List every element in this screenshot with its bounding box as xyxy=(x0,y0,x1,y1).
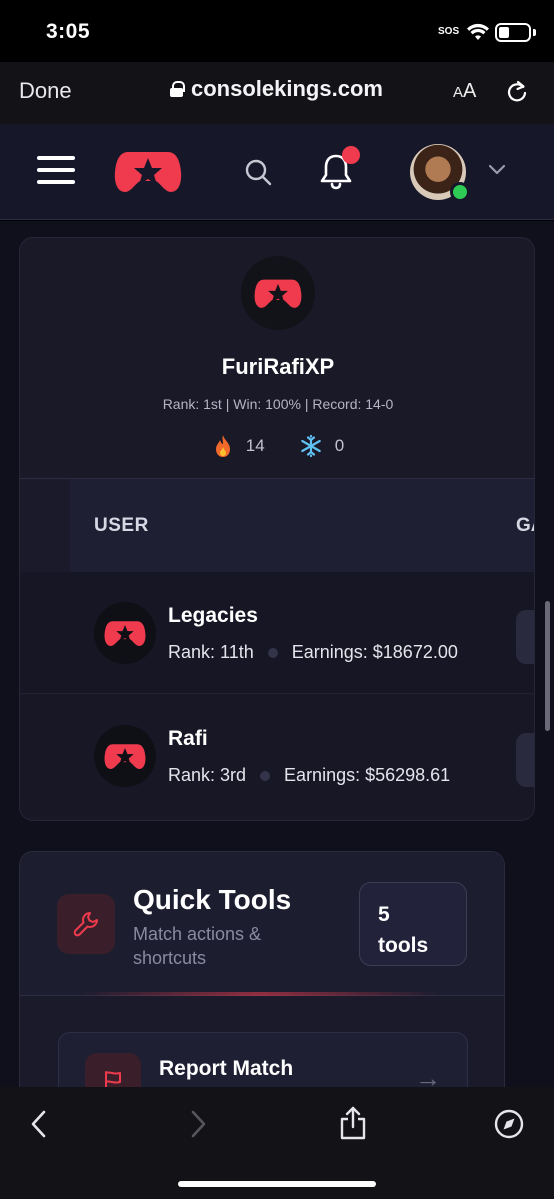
separator-dot xyxy=(260,770,271,781)
back-icon[interactable] xyxy=(28,1107,50,1141)
quick-tools-header: Quick Tools Match actions & shortcuts 5 … xyxy=(20,852,504,996)
win-streak-count: 14 xyxy=(245,436,265,455)
user-name[interactable]: Legacies xyxy=(168,604,258,628)
flag-icon-box xyxy=(85,1053,141,1087)
row-action-button[interactable] xyxy=(516,733,534,787)
quick-tools-title: Quick Tools xyxy=(133,884,292,915)
reload-icon[interactable] xyxy=(506,80,528,104)
consolekings-logo[interactable] xyxy=(114,148,182,194)
home-indicator xyxy=(178,1181,376,1187)
app-header xyxy=(0,124,554,220)
scrollbar[interactable] xyxy=(545,601,550,731)
status-time: 3:05 xyxy=(46,20,91,43)
wifi-icon xyxy=(467,23,489,40)
search-icon[interactable] xyxy=(244,158,272,186)
page-content: FuriRafiXP Rank: 1st | Win: 100% | Recor… xyxy=(0,221,554,1087)
column-header-user[interactable]: USER xyxy=(94,515,149,537)
cold-streak-count: 0 xyxy=(334,436,345,455)
flag-icon xyxy=(105,1071,121,1087)
profile-logo xyxy=(241,256,315,330)
user-earnings: Earnings: $56298.61 xyxy=(284,765,451,785)
team-logo-icon xyxy=(104,744,146,769)
user-earnings: Earnings: $18672.00 xyxy=(291,642,458,662)
user-avatar xyxy=(94,725,156,787)
wrench-icon-box xyxy=(57,894,115,954)
streaks: 14 0 xyxy=(20,434,534,458)
forward-icon[interactable] xyxy=(187,1107,209,1141)
tools-count-badge: 5 tools xyxy=(359,882,467,966)
url-text: consolekings.com xyxy=(191,76,383,101)
menu-icon[interactable] xyxy=(37,156,75,188)
profile-summary: FuriRafiXP Rank: 1st | Win: 100% | Recor… xyxy=(20,238,534,478)
quick-tools-card: Quick Tools Match actions & shortcuts 5 … xyxy=(19,851,505,1087)
share-icon[interactable] xyxy=(338,1105,368,1141)
column-header-game[interactable]: GA xyxy=(516,515,534,537)
table-row[interactable]: Legacies Rank: 11th Earnings: $18672.00 xyxy=(20,572,534,694)
online-status-dot xyxy=(450,182,470,202)
user-meta: Rank: 11th Earnings: $18672.00 xyxy=(168,642,458,663)
profile-card: FuriRafiXP Rank: 1st | Win: 100% | Recor… xyxy=(19,237,535,821)
table-row[interactable]: Rafi Rank: 3rd Earnings: $56298.61 xyxy=(20,695,534,817)
tools-unit: tools xyxy=(378,934,429,957)
team-logo-icon xyxy=(104,621,146,646)
quick-tools-subtitle: Match actions & shortcuts xyxy=(133,924,262,968)
snowflake-icon xyxy=(300,434,321,458)
table-header: USER GA xyxy=(20,478,534,573)
report-match-label: Report Match xyxy=(159,1057,294,1080)
chevron-down-icon[interactable] xyxy=(488,164,506,176)
user-rank: Rank: 11th xyxy=(168,642,254,662)
lock-icon xyxy=(170,81,185,97)
arrow-right-icon: → xyxy=(415,1063,441,1087)
profile-name: FuriRafiXP xyxy=(221,354,335,379)
wrench-icon xyxy=(73,912,98,937)
tools-count: 5 xyxy=(378,903,390,926)
user-meta: Rank: 3rd Earnings: $56298.61 xyxy=(168,765,450,786)
status-bar: 3:05 SOS xyxy=(0,0,554,62)
user-avatar xyxy=(94,602,156,664)
done-button[interactable]: Done xyxy=(19,78,72,104)
separator-dot xyxy=(267,647,278,658)
profile-stats: Rank: 1st | Win: 100% | Record: 14-0 xyxy=(162,396,394,412)
compass-icon[interactable] xyxy=(494,1109,524,1139)
text-size-button[interactable]: AA xyxy=(453,80,476,103)
sos-indicator: SOS xyxy=(438,26,460,37)
address-bar[interactable]: consolekings.com xyxy=(170,76,383,102)
user-name[interactable]: Rafi xyxy=(168,727,208,751)
browser-bar: Done consolekings.com AA xyxy=(0,62,554,124)
battery-icon xyxy=(495,23,531,42)
team-logo-icon xyxy=(254,279,302,308)
row-action-button[interactable] xyxy=(516,610,534,664)
fire-icon xyxy=(215,435,230,457)
notification-badge xyxy=(342,146,360,164)
report-match-item[interactable]: Report Match → xyxy=(58,1032,468,1087)
user-rank: Rank: 3rd xyxy=(168,765,247,785)
